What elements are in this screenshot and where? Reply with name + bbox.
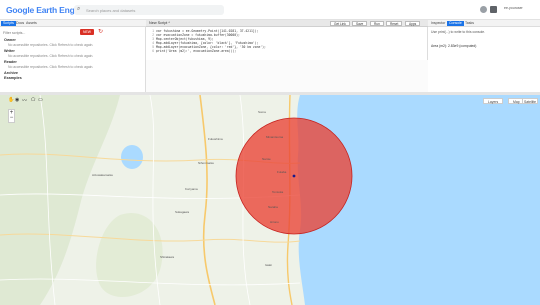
place-label: Aizuwakamatsu bbox=[92, 173, 114, 177]
tab-console[interactable]: Console bbox=[447, 21, 464, 26]
user-label: ee-youruser bbox=[504, 6, 523, 10]
refresh-icon[interactable]: ↻ bbox=[98, 28, 103, 35]
apps-button[interactable]: Apps bbox=[405, 21, 421, 26]
map-canvas[interactable] bbox=[0, 95, 540, 305]
tree-examples[interactable]: Examples bbox=[4, 76, 22, 80]
polygon-icon[interactable]: ⬠ bbox=[31, 97, 35, 103]
hand-icon[interactable]: ✋ bbox=[8, 97, 14, 103]
plant-location-point bbox=[292, 174, 296, 178]
left-tabs: Scripts Docs Assets bbox=[0, 20, 146, 27]
save-button[interactable]: Save bbox=[352, 21, 368, 26]
code-area[interactable]: 1 var fukushima = ee.Geometry.Point([141… bbox=[146, 28, 428, 58]
search-input[interactable]: Search places and datasets bbox=[86, 8, 135, 13]
right-tabs: Inspector Console Tasks bbox=[428, 20, 540, 27]
place-label: Tomioka bbox=[272, 190, 284, 194]
place-label: Sukagawa bbox=[175, 210, 190, 214]
place-label: Naraha bbox=[268, 205, 278, 209]
get-link-button[interactable]: Get Link bbox=[330, 21, 350, 26]
place-label: Fukushima bbox=[208, 137, 223, 141]
filter-scripts-input[interactable]: Filter scripts... bbox=[3, 31, 25, 35]
place-label: Nihonmatsu bbox=[198, 161, 215, 165]
place-label: Soma bbox=[258, 110, 266, 114]
search-icon: ⌕ bbox=[77, 6, 81, 12]
code-line[interactable]: print('Area (m2):', evacuationZone.area(… bbox=[156, 49, 236, 53]
tree-reader-note: No accessible repositories. Click Refres… bbox=[8, 65, 94, 69]
zoom-control: + − bbox=[8, 109, 15, 123]
console-panel: Inspector Console Tasks Use print(...) t… bbox=[428, 20, 540, 92]
place-label: Hirono bbox=[270, 220, 279, 224]
editor-empty-area[interactable] bbox=[146, 60, 428, 92]
line-number: 6 bbox=[152, 49, 154, 53]
place-label: Shirakawa bbox=[160, 255, 175, 259]
map-view[interactable]: ✋ ◉ 〰 ⬠ ▭ + − Layers Map Satellite Fukus… bbox=[0, 95, 540, 305]
rectangle-icon[interactable]: ▭ bbox=[38, 97, 43, 103]
code-editor: New Script * Get Link Save Run Reset App… bbox=[146, 20, 428, 92]
console-output: Area (m2): 2.83e9 (computed) bbox=[431, 44, 477, 48]
console-hint: Use print(...) to write to this console. bbox=[431, 30, 486, 34]
search-box[interactable]: ⌕ Search places and datasets bbox=[74, 5, 224, 15]
place-label: Koriyama bbox=[185, 187, 198, 191]
place-label: Minamisoma bbox=[266, 135, 284, 139]
layers-button[interactable]: Layers bbox=[483, 98, 504, 104]
run-button[interactable]: Run bbox=[370, 21, 384, 26]
scripts-panel: Scripts Docs Assets Filter scripts... NE… bbox=[0, 20, 146, 92]
editor-toolbar: New Script * Get Link Save Run Reset App… bbox=[146, 20, 428, 27]
place-label: Iwaki bbox=[265, 263, 272, 267]
tree-owner-note: No accessible repositories. Click Refres… bbox=[8, 43, 94, 47]
tab-tasks[interactable]: Tasks bbox=[463, 21, 476, 26]
tree-writer[interactable]: Writer bbox=[4, 49, 15, 53]
zoom-out-button[interactable]: − bbox=[9, 115, 14, 122]
new-button-label: NEW bbox=[83, 30, 91, 34]
tab-inspector[interactable]: Inspector bbox=[429, 21, 447, 26]
help-icon[interactable] bbox=[480, 6, 487, 13]
user-account[interactable]: ee-youruser bbox=[504, 6, 536, 13]
tree-owner[interactable]: Owner bbox=[4, 38, 16, 42]
lake-inawashiro bbox=[121, 145, 143, 169]
reset-button[interactable]: Reset bbox=[386, 21, 403, 26]
line-icon[interactable]: 〰 bbox=[22, 97, 27, 104]
tree-writer-note: No accessible repositories. Click Refres… bbox=[8, 54, 94, 58]
tree-reader[interactable]: Reader bbox=[4, 60, 17, 64]
top-bar: Google Earth Engine ⌕ Search places and … bbox=[0, 0, 540, 20]
new-script-button[interactable]: NEW bbox=[80, 29, 94, 35]
point-icon[interactable]: ◉ bbox=[15, 97, 19, 103]
script-name[interactable]: New Script * bbox=[149, 21, 170, 25]
tab-assets[interactable]: Assets bbox=[24, 21, 39, 26]
satellite-button[interactable]: Satellite bbox=[522, 98, 539, 104]
place-label: Namie bbox=[262, 157, 271, 161]
place-label: Futaba bbox=[277, 170, 287, 174]
tree-archive[interactable]: Archive bbox=[4, 71, 18, 75]
notifications-icon[interactable] bbox=[490, 6, 497, 13]
